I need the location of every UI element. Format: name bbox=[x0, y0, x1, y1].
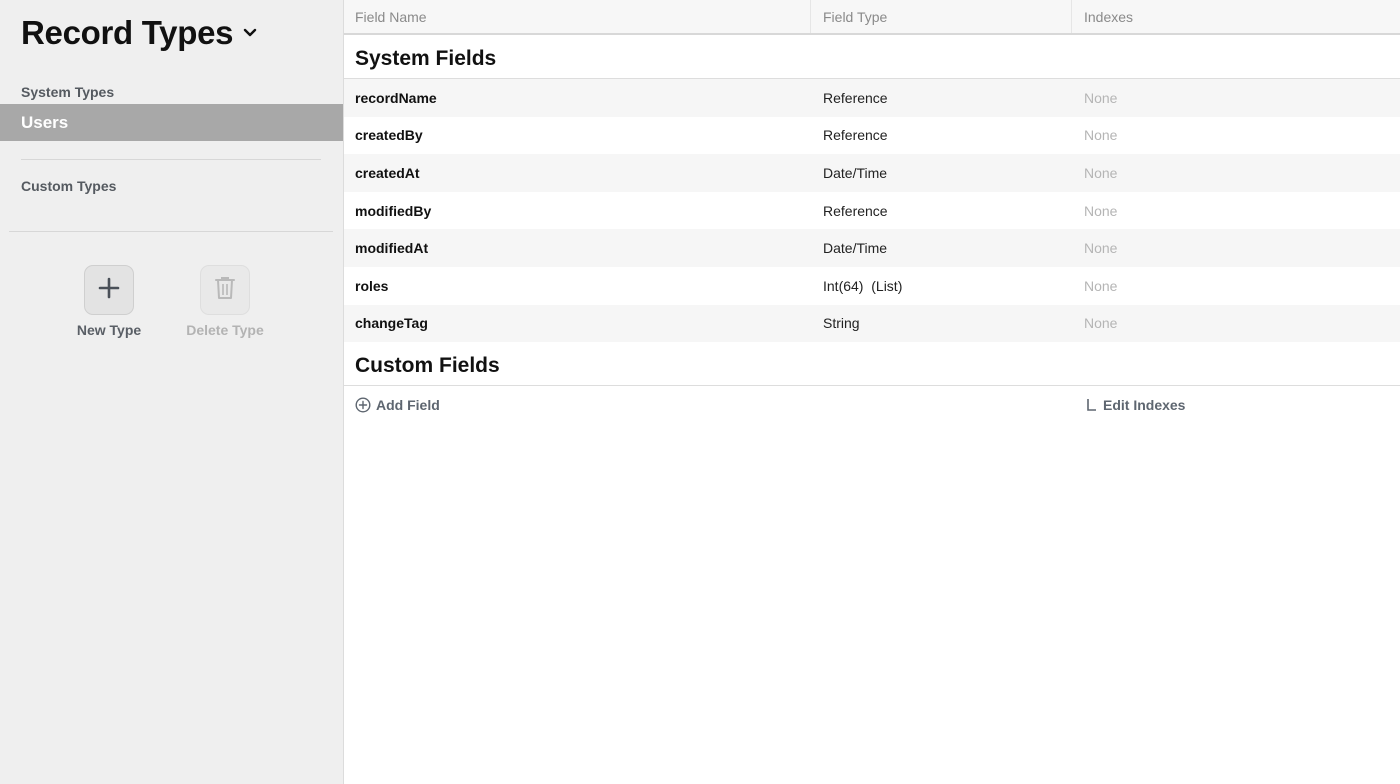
field-name: recordName bbox=[355, 89, 437, 106]
table-row[interactable]: recordName Reference None bbox=[344, 79, 1400, 117]
edit-indexes-cell: Edit Indexes bbox=[1072, 397, 1400, 413]
field-name: createdBy bbox=[355, 127, 423, 144]
new-type-label: New Type bbox=[76, 322, 142, 338]
field-indexes: None bbox=[1084, 127, 1118, 144]
delete-type-action[interactable]: Delete Type bbox=[170, 265, 280, 338]
field-type: Reference bbox=[823, 127, 888, 144]
table-row[interactable]: modifiedAt Date/Time None bbox=[344, 229, 1400, 267]
field-name: createdAt bbox=[355, 164, 420, 181]
sidebar-title: Record Types bbox=[21, 14, 234, 51]
field-name: modifiedAt bbox=[355, 240, 429, 257]
sidebar-item-label: Users bbox=[21, 112, 69, 132]
table-row[interactable]: createdBy Reference None bbox=[344, 117, 1400, 155]
chevron-down-icon bbox=[243, 26, 257, 40]
field-type: Date/Time bbox=[823, 164, 888, 181]
table-row[interactable]: modifiedBy Reference None bbox=[344, 192, 1400, 230]
new-type-button[interactable] bbox=[84, 265, 134, 315]
edit-indexes-label: Edit Indexes bbox=[1103, 397, 1186, 414]
table-header: Field Name Field Type Indexes bbox=[344, 0, 1400, 35]
field-indexes: None bbox=[1084, 89, 1118, 106]
field-type: Int(64) (List) bbox=[823, 277, 903, 294]
plus-icon bbox=[98, 277, 120, 304]
delete-type-button[interactable] bbox=[200, 265, 250, 315]
add-field-cell: Add Field bbox=[344, 397, 811, 413]
field-indexes: None bbox=[1084, 164, 1118, 181]
sidebar-divider bbox=[21, 159, 321, 160]
section-title: System Fields bbox=[355, 47, 497, 70]
corner-icon bbox=[1086, 398, 1098, 412]
field-name: modifiedBy bbox=[355, 202, 432, 219]
app-window: Record Types System Types Users Custom T… bbox=[0, 0, 1400, 784]
column-header-field-name[interactable]: Field Name bbox=[344, 0, 811, 33]
field-name: roles bbox=[355, 277, 389, 294]
table-row[interactable]: changeTag String None bbox=[344, 304, 1400, 343]
plus-circle-icon bbox=[355, 397, 371, 413]
record-types-menu[interactable]: Record Types bbox=[21, 14, 257, 52]
field-indexes: None bbox=[1084, 202, 1118, 219]
table-row[interactable]: roles Int(64) (List) None bbox=[344, 267, 1400, 305]
field-indexes: None bbox=[1084, 315, 1118, 332]
custom-fields-section: Custom Fields bbox=[344, 342, 1400, 387]
column-header-field-type[interactable]: Field Type bbox=[811, 0, 1072, 33]
sidebar: Record Types System Types Users Custom T… bbox=[0, 0, 344, 784]
add-field-button[interactable]: Add Field bbox=[355, 397, 811, 413]
delete-type-label: Delete Type bbox=[186, 322, 264, 338]
record-type-detail: Field Name Field Type Indexes System Fie… bbox=[344, 0, 1400, 784]
field-type: Reference bbox=[823, 89, 888, 106]
sidebar-divider bbox=[9, 231, 333, 232]
system-types-label: System Types bbox=[21, 84, 115, 100]
sidebar-item-users[interactable]: Users bbox=[0, 104, 343, 141]
table-row[interactable]: createdAt Date/Time None bbox=[344, 154, 1400, 192]
edit-indexes-button[interactable]: Edit Indexes bbox=[1086, 397, 1400, 413]
custom-types-label: Custom Types bbox=[21, 178, 117, 194]
field-type: String bbox=[823, 315, 860, 332]
field-type: Reference bbox=[823, 202, 888, 219]
trash-icon bbox=[214, 275, 236, 306]
add-field-label: Add Field bbox=[376, 397, 440, 414]
field-name: changeTag bbox=[355, 315, 428, 332]
custom-fields-actions: Add Field Edit Indexes bbox=[344, 386, 1400, 424]
field-indexes: None bbox=[1084, 277, 1118, 294]
field-type: Date/Time bbox=[823, 240, 888, 257]
new-type-action[interactable]: New Type bbox=[54, 265, 164, 338]
section-title: Custom Fields bbox=[355, 354, 500, 378]
field-indexes: None bbox=[1084, 240, 1118, 257]
column-header-indexes[interactable]: Indexes bbox=[1072, 0, 1400, 33]
system-fields-section: System Fields bbox=[344, 35, 1400, 79]
